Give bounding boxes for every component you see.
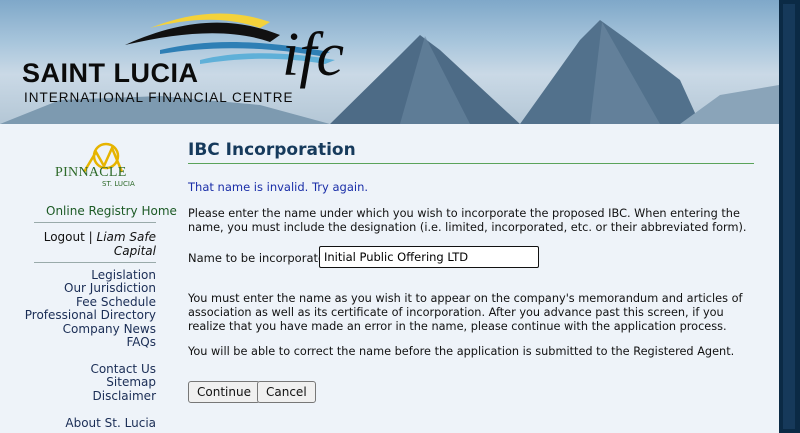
notice-text: You must enter the name as you wish it t…: [188, 292, 743, 333]
logout-separator: |: [88, 230, 93, 244]
nav-logout-block: Logout | Liam Safe Capital: [26, 230, 156, 258]
sidebar-link[interactable]: Company News: [20, 322, 156, 336]
sidebar-link[interactable]: Contact Us: [20, 362, 156, 376]
sidebar-link[interactable]: Sitemap: [20, 375, 156, 389]
sidebar-link[interactable]: Our Jurisdiction: [20, 281, 156, 295]
sidebar-divider: [34, 222, 156, 223]
sidebar-divider: [34, 262, 156, 263]
page: SAINT LUCIA INTERNATIONAL FINANCIAL CENT…: [0, 0, 779, 433]
logout-link[interactable]: Logout: [44, 230, 85, 244]
sidebar-link[interactable]: Disclaimer: [20, 389, 156, 403]
header-banner: SAINT LUCIA INTERNATIONAL FINANCIAL CENT…: [0, 0, 779, 124]
nav-online-registry-home[interactable]: Online Registry Home: [46, 204, 177, 218]
sidebar-link[interactable]: About St. Lucia: [20, 416, 156, 430]
scrollbar-thumb[interactable]: [783, 4, 795, 429]
nav-links-tertiary: About St. Lucia: [20, 416, 156, 430]
company-name-input[interactable]: [319, 246, 539, 268]
brand-title: SAINT LUCIA: [22, 58, 199, 88]
sidebar-link[interactable]: Fee Schedule: [20, 295, 156, 309]
pinnacle-logo-text: PINNACLE: [55, 165, 127, 180]
vertical-scrollbar[interactable]: [779, 0, 800, 433]
current-user: Liam Safe Capital: [96, 230, 156, 258]
main-content: IBC Incorporation: [188, 140, 754, 162]
sidebar-link[interactable]: FAQs: [20, 335, 157, 349]
error-message: That name is invalid. Try again.: [188, 180, 369, 194]
pinnacle-logo-sub: ST. LUCIA: [102, 180, 135, 188]
nav-links-primary: Legislation Our Jurisdiction Fee Schedule P…: [20, 268, 157, 349]
page-title: IBC Incorporation: [188, 140, 356, 160]
nav-links-secondary: Contact Us Sitemap Disclaimer: [20, 362, 156, 403]
sidebar-link[interactable]: Professional Directory: [20, 308, 156, 322]
brand-ifc: ifc: [282, 21, 344, 89]
cancel-button[interactable]: Cancel: [257, 381, 316, 403]
notice-text-2: You will be able to correct the name bef…: [188, 345, 735, 358]
brand-subtitle: INTERNATIONAL FINANCIAL CENTRE: [24, 90, 294, 105]
continue-button[interactable]: Continue: [188, 381, 260, 403]
name-label: Name to be incorporated:: [188, 251, 337, 265]
sidebar-link[interactable]: Legislation: [20, 268, 156, 282]
title-rule: [188, 163, 754, 164]
instructions-text: Please enter the name under which you wi…: [188, 207, 747, 234]
